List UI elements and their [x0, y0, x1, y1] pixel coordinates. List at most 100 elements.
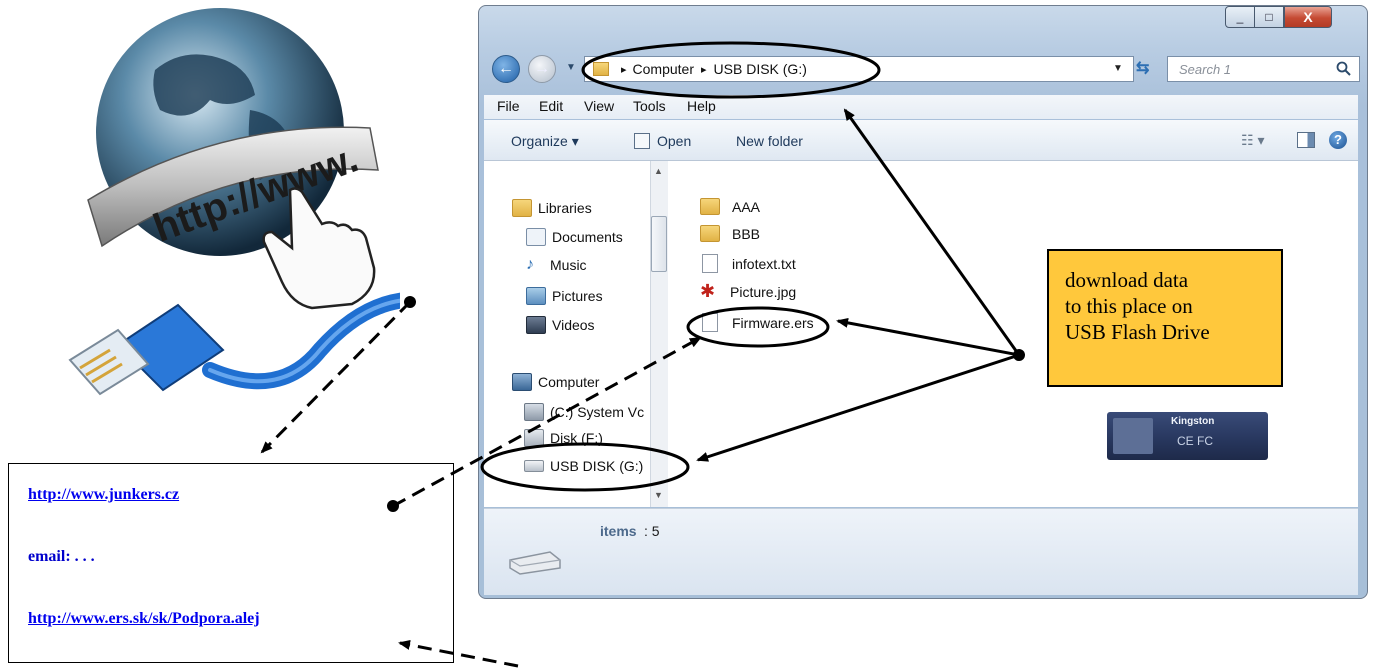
nav-item-libraries[interactable]: Libraries	[512, 199, 592, 217]
minimize-button[interactable]: _	[1225, 6, 1255, 28]
file-label: AAA	[732, 198, 761, 215]
back-button[interactable]: ←	[492, 55, 520, 83]
search-placeholder: Search 1	[1179, 61, 1232, 77]
forward-button[interactable]: →	[528, 55, 556, 83]
system-drive-icon	[524, 403, 544, 421]
music-icon: ♪	[526, 256, 534, 273]
file-item-bbb[interactable]: BBB	[700, 225, 760, 242]
search-icon[interactable]	[1336, 61, 1352, 77]
nav-item-usb-disk[interactable]: USB DISK (G:)	[524, 458, 643, 474]
maximize-icon: □	[1265, 10, 1273, 24]
file-label: Firmware.ers	[732, 314, 814, 331]
back-arrow-icon: ←	[498, 60, 514, 77]
nav-label: (C:) System Vc	[550, 404, 645, 420]
usb-flash-drive-image: Kingston CE FC	[1107, 412, 1268, 460]
close-button[interactable]: X	[1284, 6, 1332, 28]
menu-tools[interactable]: Tools	[633, 98, 666, 114]
pictures-icon	[526, 287, 546, 305]
nav-label: Computer	[538, 374, 600, 390]
details-pane	[484, 508, 1358, 595]
ers-support-link[interactable]: http://www.ers.sk/sk/Podpora.alej	[28, 610, 260, 628]
file-item-aaa[interactable]: AAA	[700, 198, 760, 215]
address-bar[interactable]: ▸ Computer ▸ USB DISK (G:)	[584, 56, 1134, 82]
organize-button[interactable]: Organize ▾	[511, 133, 579, 150]
documents-icon	[526, 228, 546, 246]
computer-icon	[512, 373, 532, 391]
folder-icon	[593, 62, 609, 76]
ethernet-cable-icon	[68, 292, 400, 396]
items-label: items	[600, 523, 637, 539]
file-label: Picture.jpg	[730, 283, 797, 300]
firmware-file-icon	[702, 313, 718, 332]
items-count: : 5	[644, 523, 660, 539]
maximize-button[interactable]: □	[1254, 6, 1284, 28]
usb-certification-marks: CE FC	[1177, 434, 1213, 448]
nav-scrollbar-thumb[interactable]	[651, 216, 667, 272]
callout-line-2: to this place on	[1065, 294, 1193, 318]
nav-item-videos[interactable]: Videos	[526, 316, 595, 334]
junkers-link[interactable]: http://www.junkers.cz	[28, 486, 179, 504]
folder-icon	[700, 225, 720, 242]
file-label: infotext.txt	[732, 255, 796, 272]
menu-help[interactable]: Help	[687, 98, 716, 114]
disk-drive-icon	[524, 429, 544, 447]
nav-label: Documents	[552, 229, 623, 245]
scroll-down-icon[interactable]: ▼	[654, 490, 663, 500]
cable-dot	[404, 296, 416, 308]
nav-scrollbar[interactable]	[650, 161, 669, 507]
nav-item-documents[interactable]: Documents	[526, 228, 623, 246]
usb-connector-area	[1113, 418, 1153, 454]
folder-icon	[700, 198, 720, 215]
nav-item-music[interactable]: ♪ Music	[526, 256, 587, 274]
search-input[interactable]: Search 1	[1167, 56, 1360, 82]
file-label: BBB	[732, 225, 761, 242]
email-label: email: . . .	[28, 548, 95, 565]
breadcrumb-computer[interactable]: Computer	[633, 61, 694, 77]
nav-label: Disk (F:)	[550, 430, 603, 446]
nav-label: Libraries	[538, 200, 592, 216]
image-file-icon: ✱	[700, 281, 716, 301]
callout-line-3: USB Flash Drive	[1065, 320, 1210, 344]
nav-item-drive-f[interactable]: Disk (F:)	[524, 429, 603, 447]
file-item-firmware[interactable]: Firmware.ers	[700, 313, 814, 332]
nav-label: Pictures	[552, 288, 603, 304]
file-item-picture[interactable]: ✱ Picture.jpg	[700, 281, 797, 301]
menu-file[interactable]: File	[497, 98, 520, 114]
nav-item-drive-c[interactable]: (C:) System Vc	[524, 403, 644, 421]
command-bar: Organize ▾ Open New folder ☷ ▾ ?	[484, 120, 1358, 161]
refresh-icon[interactable]: ⇆	[1136, 58, 1149, 78]
links-box: http://www.junkers.cz email: . . . http:…	[8, 463, 454, 663]
callout-line-1: download data	[1065, 268, 1189, 292]
help-icon[interactable]: ?	[1329, 131, 1347, 149]
download-callout: download data to this place on USB Flash…	[1047, 249, 1283, 387]
open-button[interactable]: Open	[657, 133, 691, 149]
menu-view[interactable]: View	[584, 98, 614, 114]
text-file-icon	[702, 254, 718, 273]
usb-drive-icon	[524, 460, 544, 472]
close-icon: X	[1303, 9, 1313, 25]
menu-edit[interactable]: Edit	[539, 98, 563, 114]
preview-pane-icon[interactable]	[1297, 132, 1315, 148]
recent-pages-dropdown-icon[interactable]: ▼	[566, 62, 576, 73]
breadcrumb-separator: ▸	[621, 63, 627, 76]
usb-brand-label: Kingston	[1171, 416, 1215, 427]
open-icon	[634, 133, 650, 149]
navigation-pane: Libraries Documents ♪ Music Pictures Vid…	[484, 161, 667, 507]
address-dropdown-icon[interactable]: ▼	[1113, 63, 1123, 74]
nav-item-computer[interactable]: Computer	[512, 373, 599, 391]
scroll-up-icon[interactable]: ▲	[654, 166, 663, 176]
nav-label: USB DISK (G:)	[550, 458, 644, 474]
videos-icon	[526, 316, 546, 334]
new-folder-button[interactable]: New folder	[736, 133, 803, 149]
file-item-infotext[interactable]: infotext.txt	[700, 254, 796, 273]
menu-bar: File Edit View Tools Help	[484, 95, 1358, 119]
nav-label: Music	[550, 257, 587, 273]
nav-item-pictures[interactable]: Pictures	[526, 287, 603, 305]
internet-globe-illustration: http://www.	[68, 8, 400, 396]
libraries-icon	[512, 199, 532, 217]
breadcrumb-separator: ▸	[701, 63, 707, 76]
breadcrumb-usb-disk[interactable]: USB DISK (G:)	[714, 61, 807, 77]
minimize-icon: _	[1236, 10, 1244, 24]
nav-label: Videos	[552, 317, 595, 333]
view-options-icon[interactable]: ☷ ▾	[1241, 132, 1264, 149]
